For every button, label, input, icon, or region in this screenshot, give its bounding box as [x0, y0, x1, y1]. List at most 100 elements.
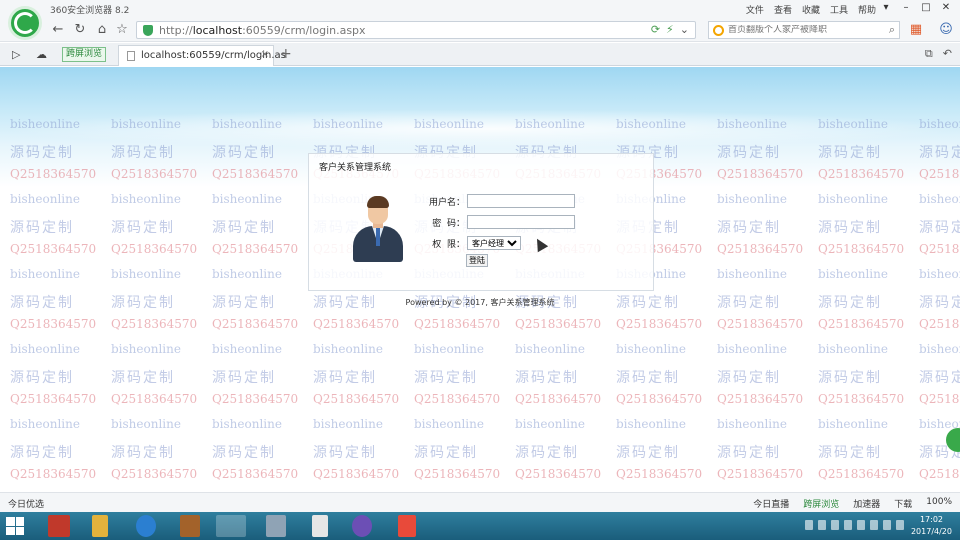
- cloud-icon[interactable]: ☁: [36, 48, 47, 61]
- tray-icon[interactable]: [857, 520, 865, 530]
- speed-mode-icon[interactable]: ⚡: [666, 23, 674, 36]
- watermark-text: bisheonline: [10, 267, 80, 281]
- close-tab-icon[interactable]: ×: [261, 49, 269, 60]
- tray-icon[interactable]: [870, 520, 878, 530]
- cross-screen-link[interactable]: 跨屏浏览: [803, 497, 839, 510]
- url-text[interactable]: http://localhost:60559/crm/login.aspx: [159, 24, 366, 37]
- skin-icon[interactable]: ▾: [876, 0, 896, 16]
- watermark-text: 源码定制: [515, 370, 579, 386]
- user-avatar: [353, 196, 403, 262]
- tool-icon[interactable]: [266, 515, 286, 537]
- watermark-text: bisheonline: [313, 417, 383, 431]
- folder-icon[interactable]: [92, 515, 108, 537]
- search-icon[interactable]: ⌕: [889, 23, 895, 37]
- zoom-level[interactable]: 100%: [926, 497, 952, 510]
- download-link[interactable]: 下载: [894, 497, 912, 510]
- tab-bar: ▷ ☁ 跨屏浏览 localhost:60559/crm/login.as × …: [0, 43, 960, 66]
- username-input[interactable]: [467, 194, 575, 208]
- book-icon[interactable]: [180, 515, 200, 537]
- watermark-text: Q2518364570: [212, 392, 299, 406]
- watermark-text: Q2518364570: [919, 317, 960, 331]
- watermark-text: Q2518364570: [10, 392, 97, 406]
- watermark-text: bisheonline: [515, 342, 585, 356]
- today-picks-link[interactable]: 今日优选: [8, 497, 44, 510]
- home-icon[interactable]: ⌂: [94, 22, 110, 38]
- search-engine-icon[interactable]: [713, 24, 724, 36]
- menu-file[interactable]: 文件: [746, 3, 764, 16]
- tray-icon[interactable]: [883, 520, 891, 530]
- watermark-text: bisheonline: [313, 342, 383, 356]
- browser-logo-icon[interactable]: [8, 6, 42, 40]
- menu-help[interactable]: 帮助: [858, 3, 876, 16]
- restore-tabs-icon[interactable]: ⧉: [925, 47, 933, 61]
- clock-date: 2017/4/20: [910, 527, 952, 536]
- role-select[interactable]: 客户经理: [467, 236, 521, 250]
- new-tab-button[interactable]: +: [280, 46, 292, 62]
- tab-login[interactable]: localhost:60559/crm/login.as ×: [118, 45, 286, 66]
- tray-icon[interactable]: [844, 520, 852, 530]
- watermark-text: bisheonline: [717, 342, 787, 356]
- address-bar[interactable]: http://localhost:60559/crm/login.aspx ⟳ …: [136, 21, 696, 39]
- page-icon: [127, 51, 135, 61]
- tray-icon[interactable]: [818, 520, 826, 530]
- minimize-icon[interactable]: –: [896, 0, 916, 16]
- menu-tools[interactable]: 工具: [830, 3, 848, 16]
- watermark-text: 源码定制: [717, 445, 781, 461]
- watermark-text: bisheonline: [10, 192, 80, 206]
- watermark-text: 源码定制: [919, 370, 960, 386]
- web-page: bisheonline bisheonline bisheonline bisheon…: [0, 67, 960, 492]
- dropdown-chevron-icon[interactable]: ⌄: [680, 23, 689, 36]
- system-tray: [805, 520, 904, 530]
- watermark-text: 源码定制: [616, 370, 680, 386]
- tray-icon[interactable]: [805, 520, 813, 530]
- maximize-icon[interactable]: □: [916, 0, 936, 16]
- watermark-text: 源码定制: [313, 445, 377, 461]
- top-menu: 文件 查看 收藏 工具 帮助: [746, 3, 876, 16]
- back-icon[interactable]: ←: [50, 22, 66, 38]
- login-button[interactable]: 登陆: [466, 254, 488, 267]
- password-input[interactable]: [467, 215, 575, 229]
- windows-start-icon[interactable]: [6, 517, 24, 535]
- vs-icon[interactable]: [352, 515, 372, 537]
- login-panel: 客户关系管理系统 用户名： 密 码： 权 限： 客户经理 登陆: [308, 153, 654, 291]
- watermark-text: Q2518364570: [313, 467, 400, 481]
- favorite-star-icon[interactable]: ☆: [114, 22, 130, 38]
- close-window-icon[interactable]: ✕: [936, 0, 956, 16]
- java-icon[interactable]: [312, 515, 328, 537]
- live-link[interactable]: 今日直播: [753, 497, 789, 510]
- sidebar-toggle-icon[interactable]: ▷: [12, 48, 20, 61]
- apps-icon[interactable]: ▦: [908, 22, 924, 38]
- login-title: 客户关系管理系统: [319, 163, 392, 173]
- watermark-text: bisheonline: [515, 417, 585, 431]
- watermark-text: Q2518364570: [919, 392, 960, 406]
- tab-tools: ⧉ ↶: [925, 47, 952, 61]
- menu-favorites[interactable]: 收藏: [802, 3, 820, 16]
- clock[interactable]: 17:02 2017/4/20: [911, 514, 952, 538]
- undo-close-icon[interactable]: ↶: [943, 47, 952, 61]
- watermark-text: bisheonline: [111, 417, 181, 431]
- watermark-text: bisheonline: [616, 342, 686, 356]
- menu-view[interactable]: 查看: [774, 3, 792, 16]
- user-icon[interactable]: ☺: [938, 22, 954, 38]
- refresh-icon[interactable]: ↻: [72, 22, 88, 38]
- cross-screen-button[interactable]: 跨屏浏览: [62, 47, 107, 62]
- watermark-text: Q2518364570: [212, 467, 299, 481]
- compat-mode-icon[interactable]: ⟳: [651, 23, 660, 36]
- watermark-text: Q2518364570: [212, 317, 299, 331]
- watermark-text: 源码定制: [515, 445, 579, 461]
- watermark-text: 源码定制: [111, 445, 175, 461]
- watermark-text: bisheonline: [919, 192, 960, 206]
- red-app-icon[interactable]: [398, 515, 416, 537]
- app-house-icon[interactable]: [48, 515, 70, 537]
- browser-taskbar-icon[interactable]: [216, 515, 246, 537]
- watermark-text: bisheonline: [818, 342, 888, 356]
- tray-icon[interactable]: [896, 520, 904, 530]
- ie-icon[interactable]: [136, 515, 156, 537]
- accelerator-link[interactable]: 加速器: [853, 497, 880, 510]
- watermark-text: bisheonline: [717, 267, 787, 281]
- search-input[interactable]: [728, 25, 878, 35]
- watermark-text: Q2518364570: [717, 317, 804, 331]
- tray-icon[interactable]: [831, 520, 839, 530]
- username-label: 用户名：: [428, 197, 465, 208]
- search-box[interactable]: ⌕: [708, 21, 900, 39]
